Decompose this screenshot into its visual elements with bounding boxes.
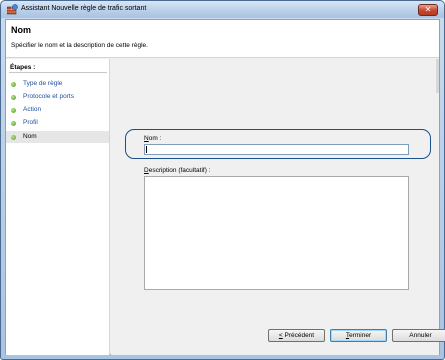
step-dot-icon [11,135,16,140]
firewall-icon [7,4,18,15]
finish-label: erminer [349,332,372,339]
step-label: Profil [23,119,38,126]
window-title: Assistant Nouvelle règle de trafic sorta… [21,5,147,12]
page-title: Nom [11,25,31,35]
step-dot-icon [11,121,16,126]
step-label: Nom [23,133,37,140]
content-panel: Nom : Description (facultatif) : < Précé… [111,59,445,355]
close-button[interactable]: ✕ [418,4,438,16]
step-action[interactable]: Action [6,104,109,116]
title-bar[interactable]: Assistant Nouvelle règle de trafic sorta… [1,1,444,18]
previous-label: Précédent [282,332,315,339]
step-dot-icon [11,95,16,100]
step-nom[interactable]: Nom [6,131,109,143]
wizard-client: Nom Spécifier le nom et la description d… [5,19,445,355]
step-dot-icon [11,82,16,87]
cancel-button[interactable]: Annuler [392,329,445,342]
step-label: Type de règle [23,80,63,87]
wizard-window: Assistant Nouvelle règle de trafic sorta… [0,0,445,360]
wizard-header: Nom Spécifier le nom et la description d… [6,20,439,58]
page-subtitle: Spécifier le nom et la description de ce… [11,42,148,49]
step-label: Action [23,106,42,113]
text-caret [146,146,147,153]
steps-divider [9,72,107,73]
step-dot-icon [11,108,16,113]
description-input[interactable] [144,176,409,290]
step-label: Protocole et ports [23,93,74,100]
name-label: Nom : [144,135,161,142]
description-label-text: escription (facultatif) : [148,167,211,174]
finish-button[interactable]: Terminer [330,329,387,342]
step-protocole-et-ports[interactable]: Protocole et ports [6,91,109,103]
scrollbar[interactable] [436,59,439,93]
previous-button[interactable]: < Précédent [268,329,325,342]
steps-title: Étapes : [10,64,36,71]
steps-panel: Étapes : Type de règle Protocole et port… [6,59,110,355]
name-label-text: om : [148,135,162,142]
name-input[interactable] [144,144,409,155]
description-label: Description (facultatif) : [144,167,210,174]
step-profil[interactable]: Profil [6,117,109,129]
step-type-de-regle[interactable]: Type de règle [6,78,109,90]
